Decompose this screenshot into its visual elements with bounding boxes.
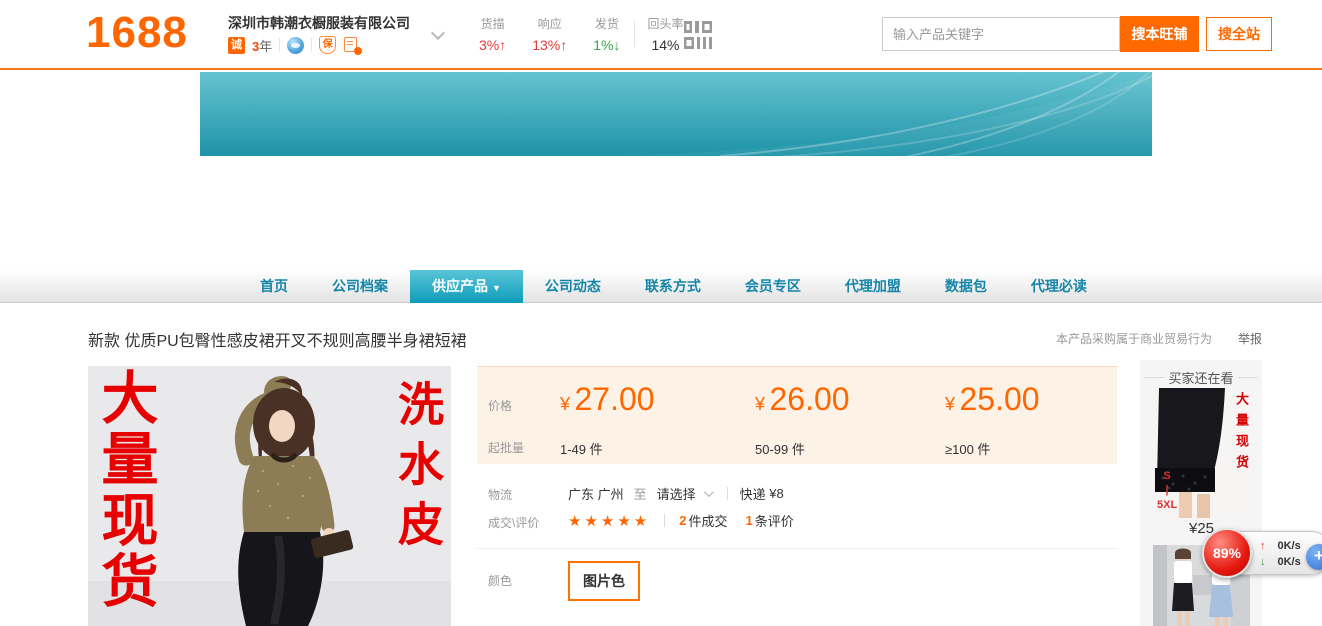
tier-qty-1: 1-49 件: [560, 439, 603, 458]
price-label: 价格: [488, 397, 512, 414]
tier-price-2: ¥ 26.00: [755, 381, 850, 418]
upload-speed: 0K/s: [1278, 540, 1301, 552]
product-title: 新款 优质PU包臀性感皮裙开叉不规则高腰半身裙短裙: [88, 327, 467, 351]
tier-qty-2: 50-99 件: [755, 439, 805, 458]
section-divider: [477, 548, 1117, 549]
shop-banner: [200, 72, 1152, 156]
optimization-percent-button[interactable]: 89%: [1202, 528, 1252, 578]
express-fee: ¥8: [769, 486, 783, 501]
search-site-button[interactable]: 搜全站: [1206, 17, 1272, 51]
divider: [727, 487, 728, 500]
download-speed: 0K/s: [1278, 556, 1301, 568]
qr-code-icon[interactable]: [684, 21, 714, 49]
upload-speed-row: ↑ 0K/s: [1260, 540, 1301, 552]
shop-nav: 首页 公司档案 供应产品▼ 公司动态 联系方式 会员专区 代理加盟 数据包 代理…: [0, 270, 1322, 303]
tier-qty-3: ≥100 件: [945, 439, 990, 458]
ship-to-label: 至: [634, 484, 647, 503]
seller-stats: 货描 3%↑ 响应 13%↑ 发货 1%↓ 回头率 14%: [466, 15, 698, 53]
image-overlay-text-left: 大量现货: [96, 368, 153, 626]
divider: [311, 38, 312, 52]
search-input[interactable]: [882, 17, 1120, 51]
star-rating-icon: ★★★★★: [568, 512, 650, 530]
nav-item-agent-join[interactable]: 代理加盟: [823, 270, 923, 303]
nav-caret-down-icon: ▼: [492, 283, 501, 293]
nav-item-company-news[interactable]: 公司动态: [523, 270, 623, 303]
express-label: 快递: [740, 484, 766, 503]
contract-badge-icon: [343, 37, 361, 54]
price-panel: 价格 ¥ 27.00 ¥ 26.00 ¥ 25.00 起批量 1-49 件 50…: [477, 366, 1117, 464]
nav-item-products-active[interactable]: 供应产品▼: [410, 270, 523, 303]
review-count-link[interactable]: 1条评价: [746, 511, 794, 530]
upload-arrow-icon: ↑: [1260, 540, 1266, 552]
nav-item-contact[interactable]: 联系方式: [623, 270, 723, 303]
download-arrow-icon: ↓: [1260, 556, 1266, 568]
deals-label: 成交\评价: [488, 514, 539, 531]
nav-item-agent-guide[interactable]: 代理必读: [1009, 270, 1109, 303]
destination-chevron-down-icon[interactable]: [704, 487, 714, 497]
guarantee-badge-icon: 保: [319, 36, 336, 54]
1688-logo[interactable]: 1688: [86, 8, 188, 58]
trade-notice: 本产品采购属于商业贸易行为举报: [1056, 330, 1262, 347]
report-link[interactable]: 举报: [1238, 332, 1262, 346]
stat-xiangying: 响应 13%↑: [519, 15, 580, 53]
company-chevron-down-icon[interactable]: [431, 26, 445, 40]
download-speed-row: ↓ 0K/s: [1260, 556, 1301, 568]
tier-price-1: ¥ 27.00: [560, 381, 655, 418]
deals-row: ★★★★★ 2件成交 1条评价: [568, 511, 812, 530]
color-label: 颜色: [488, 572, 512, 589]
also-viewing-sidebar: 买家还在看 大量现货 S|5XL ¥25: [1140, 360, 1262, 626]
thumb-size-range: S|5XL: [1157, 469, 1177, 512]
site-header: 1688 深圳市韩潮衣橱服装有限公司 诚 3年 保 货描 3%↑ 响应 13%↑…: [0, 0, 1322, 70]
deal-count-link[interactable]: 2件成交: [679, 511, 727, 530]
wangwang-chat-icon[interactable]: [287, 37, 304, 54]
member-years: 3年: [252, 36, 272, 55]
tier-price-3: ¥ 25.00: [945, 381, 1040, 418]
nav-item-company-profile[interactable]: 公司档案: [310, 270, 410, 303]
nav-item-data-pack[interactable]: 数据包: [923, 270, 1009, 303]
company-name: 深圳市韩潮衣橱服装有限公司: [228, 13, 410, 33]
logistics-label: 物流: [488, 486, 512, 503]
color-option-button[interactable]: 图片色: [568, 561, 640, 601]
nav-item-home[interactable]: 首页: [238, 270, 310, 303]
stat-fahuo: 发货 1%↓: [580, 15, 633, 53]
destination-select[interactable]: 请选择: [657, 484, 696, 503]
nav-item-member-zone[interactable]: 会员专区: [723, 270, 823, 303]
image-overlay-text-right: 洗水皮: [395, 380, 441, 560]
thumb-overlay-text: 大量现货: [1235, 392, 1248, 476]
sidebar-title: 买家还在看: [1140, 368, 1262, 387]
chengxintong-badge-icon: 诚: [228, 37, 245, 54]
moq-label: 起批量: [488, 439, 524, 456]
product-main-image[interactable]: 大量现货 洗水皮: [88, 366, 451, 626]
divider: [664, 514, 665, 527]
ship-from: 广东 广州: [568, 484, 624, 503]
stat-huomiao: 货描 3%↑: [466, 15, 519, 53]
company-badges: 诚 3年 保: [228, 36, 361, 54]
divider: [279, 38, 280, 52]
logistics-row: 广东 广州 至 请选择 快递 ¥8: [568, 484, 784, 503]
sidebar-item-1-image[interactable]: 大量现货 S|5XL: [1153, 388, 1250, 518]
search-shop-button[interactable]: 搜本旺铺: [1120, 16, 1199, 52]
